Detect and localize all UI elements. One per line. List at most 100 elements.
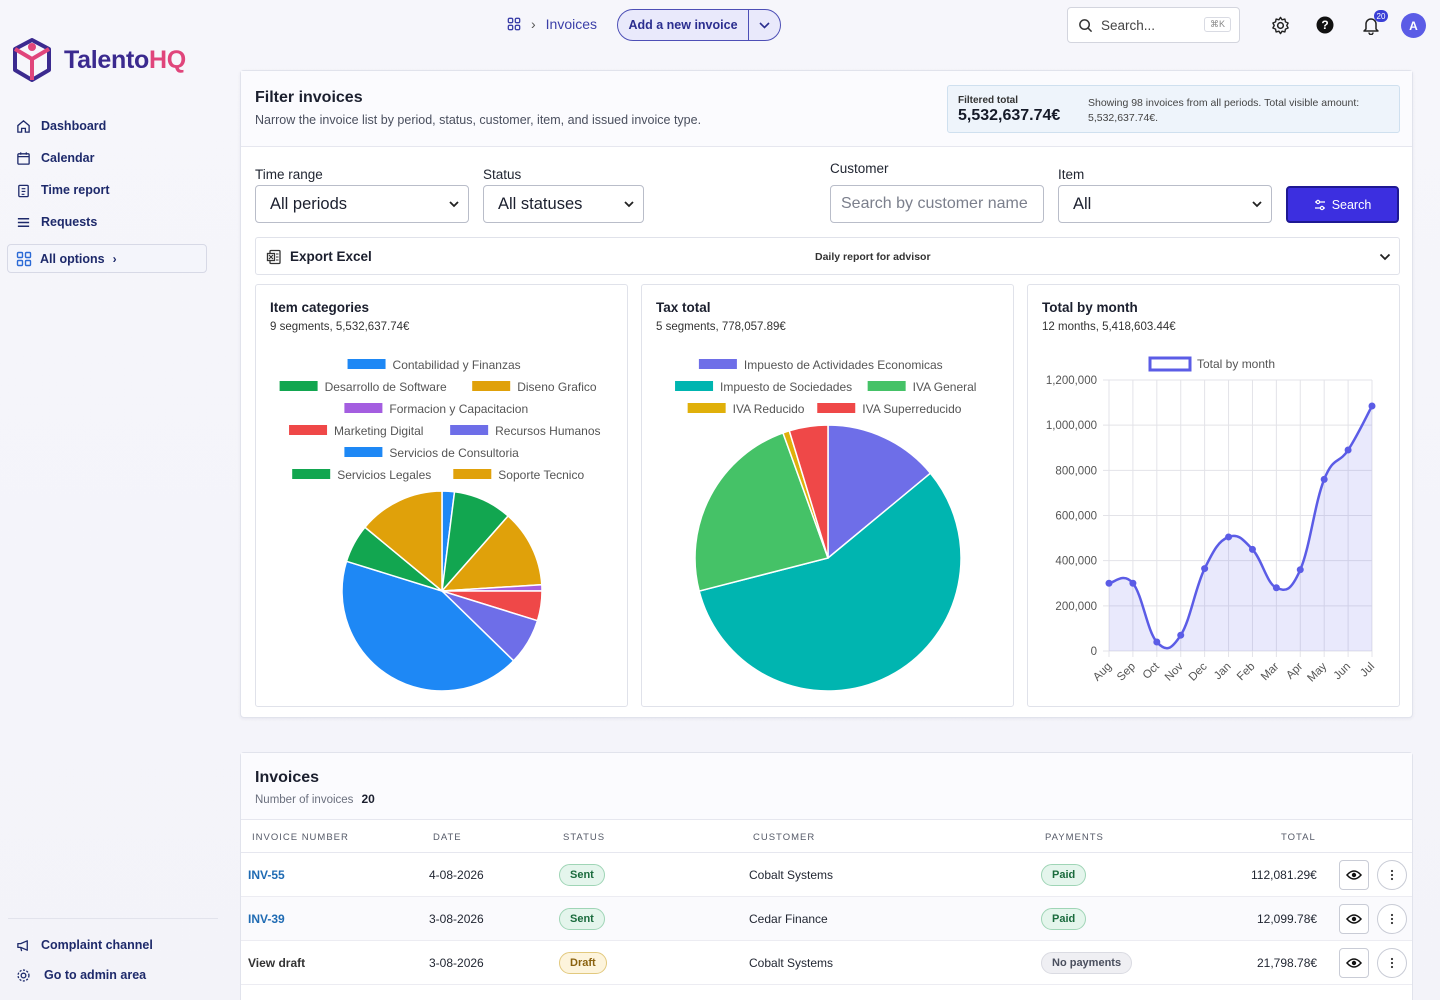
payment-badge: Paid [1041,908,1087,930]
nav-requests[interactable]: Requests [16,206,110,238]
col-payments[interactable]: Payments [1045,832,1104,843]
nav-admin-area[interactable]: Go to admin area [16,960,153,990]
grid-icon[interactable] [507,17,521,31]
legend-label[interactable]: Contabilidad y Finanzas [393,358,521,372]
row-menu-button[interactable] [1377,904,1407,934]
data-point[interactable] [1368,402,1376,410]
item-select[interactable]: All [1058,185,1272,223]
table-row[interactable]: View draft 3-08-2026 Draft Cobalt System… [241,941,1412,985]
invoice-date: 3-08-2026 [429,956,484,970]
more-vertical-icon [1390,913,1394,925]
clipboard-icon [18,184,29,197]
legend-swatch[interactable] [347,359,386,369]
table-row[interactable]: INV-55 4-08-2026 Sent Cobalt Systems Pai… [241,853,1412,897]
row-menu-button[interactable] [1377,860,1407,890]
add-invoice-button[interactable]: Add a new invoice [618,10,748,40]
legend-label[interactable]: IVA Reducido [733,402,805,416]
legend-swatch[interactable] [344,403,383,413]
view-invoice-button[interactable] [1339,948,1369,978]
legend-swatch[interactable] [453,469,492,479]
payment-badge: No payments [1041,952,1133,974]
help-button[interactable]: ? [1313,13,1337,37]
nav-calendar[interactable]: Calendar [16,142,110,174]
legend-swatch[interactable] [344,447,383,457]
add-invoice-dropdown-toggle[interactable] [748,10,780,40]
col-status[interactable]: Status [563,832,605,843]
view-draft-link[interactable]: View draft [248,956,305,970]
data-point[interactable] [1129,579,1137,587]
y-tick-label: 400,000 [1055,556,1097,568]
legend-swatch[interactable] [1148,356,1192,372]
logo[interactable]: TalentoHQ [12,38,186,82]
nav-time-report[interactable]: Time report [16,174,110,206]
legend-swatch[interactable] [289,425,328,435]
status-badge: Sent [559,908,605,930]
filtered-total-value: 5,532,637.74€ [958,107,1061,124]
legend-swatch[interactable] [675,381,714,391]
legend-label[interactable]: Servicios de Consultoria [389,446,519,460]
data-point[interactable] [1272,584,1280,592]
legend-label[interactable]: Servicios Legales [337,468,431,482]
y-tick-label: 800,000 [1055,465,1097,477]
col-total[interactable]: Total [1281,832,1316,843]
data-point[interactable] [1225,533,1233,541]
table-row[interactable]: INV-39 3-08-2026 Sent Cedar Finance Paid… [241,897,1412,941]
data-point[interactable] [1344,446,1352,454]
legend-label[interactable]: Total by month [1197,357,1275,371]
payment-badge: Paid [1041,864,1087,886]
legend-label[interactable]: Impuesto de Sociedades [720,380,852,394]
status-label: Status [483,167,522,182]
row-menu-button[interactable] [1377,948,1407,978]
legend-swatch[interactable] [698,359,737,369]
data-point[interactable] [1320,475,1328,483]
legend-swatch[interactable] [687,403,726,413]
col-date[interactable]: Date [433,832,462,843]
export-bar[interactable]: Export Excel Daily report for advisor [255,237,1400,275]
customer-search-input[interactable]: Search by customer name [830,185,1044,223]
invoice-number-link[interactable]: INV-55 [248,868,285,882]
legend-swatch[interactable] [292,469,331,479]
legend-label[interactable]: Recursos Humanos [495,424,600,438]
legend-label[interactable]: Formacion y Capacitacion [389,402,528,416]
legend-label[interactable]: Desarrollo de Software [325,380,447,394]
legend-swatch[interactable] [472,381,511,391]
status-select[interactable]: All statuses [483,185,644,223]
data-point[interactable] [1248,545,1256,553]
legend-swatch[interactable] [867,381,906,391]
data-point[interactable] [1105,579,1113,587]
view-invoice-button[interactable] [1339,904,1369,934]
invoices-title: Invoices [255,769,320,786]
settings-button[interactable] [1268,13,1292,37]
avatar[interactable]: A [1401,13,1426,38]
legend-swatch[interactable] [450,425,489,435]
gear-icon [17,968,30,982]
legend-swatch[interactable] [279,381,318,391]
data-point[interactable] [1153,638,1161,646]
nav-dashboard[interactable]: Dashboard [16,110,110,142]
invoice-total: 12,099.78€ [1257,912,1318,926]
invoice-number-link[interactable]: INV-39 [248,912,285,926]
search-button[interactable]: Search [1286,186,1399,223]
legend-swatch[interactable] [817,403,856,413]
all-options-button[interactable]: All options › [7,244,207,273]
chevron-down-icon[interactable] [1379,252,1391,262]
legend-label[interactable]: Marketing Digital [334,424,423,438]
breadcrumb-current[interactable]: Invoices [546,16,597,32]
data-point[interactable] [1296,566,1304,574]
col-invoice-number[interactable]: Invoice number [252,832,349,843]
legend-label[interactable]: Soporte Tecnico [498,468,584,482]
data-point[interactable] [1201,565,1209,573]
view-invoice-button[interactable] [1339,860,1369,890]
global-search[interactable]: Search... ⌘K [1067,7,1240,43]
data-point[interactable] [1177,631,1185,639]
legend-label[interactable]: IVA General [913,380,977,394]
legend-label[interactable]: Impuesto de Actividades Economicas [744,358,943,372]
search-placeholder: Search... [1101,17,1156,33]
legend-label[interactable]: IVA Superreducido [862,402,962,416]
legend-label[interactable]: Diseno Grafico [517,380,597,394]
time-range-select[interactable]: All periods [255,185,469,223]
nav-calendar-label: Calendar [41,151,95,165]
col-customer[interactable]: Customer [753,832,815,843]
nav-complaint-channel[interactable]: Complaint channel [16,930,153,960]
status-badge: Sent [559,864,605,886]
